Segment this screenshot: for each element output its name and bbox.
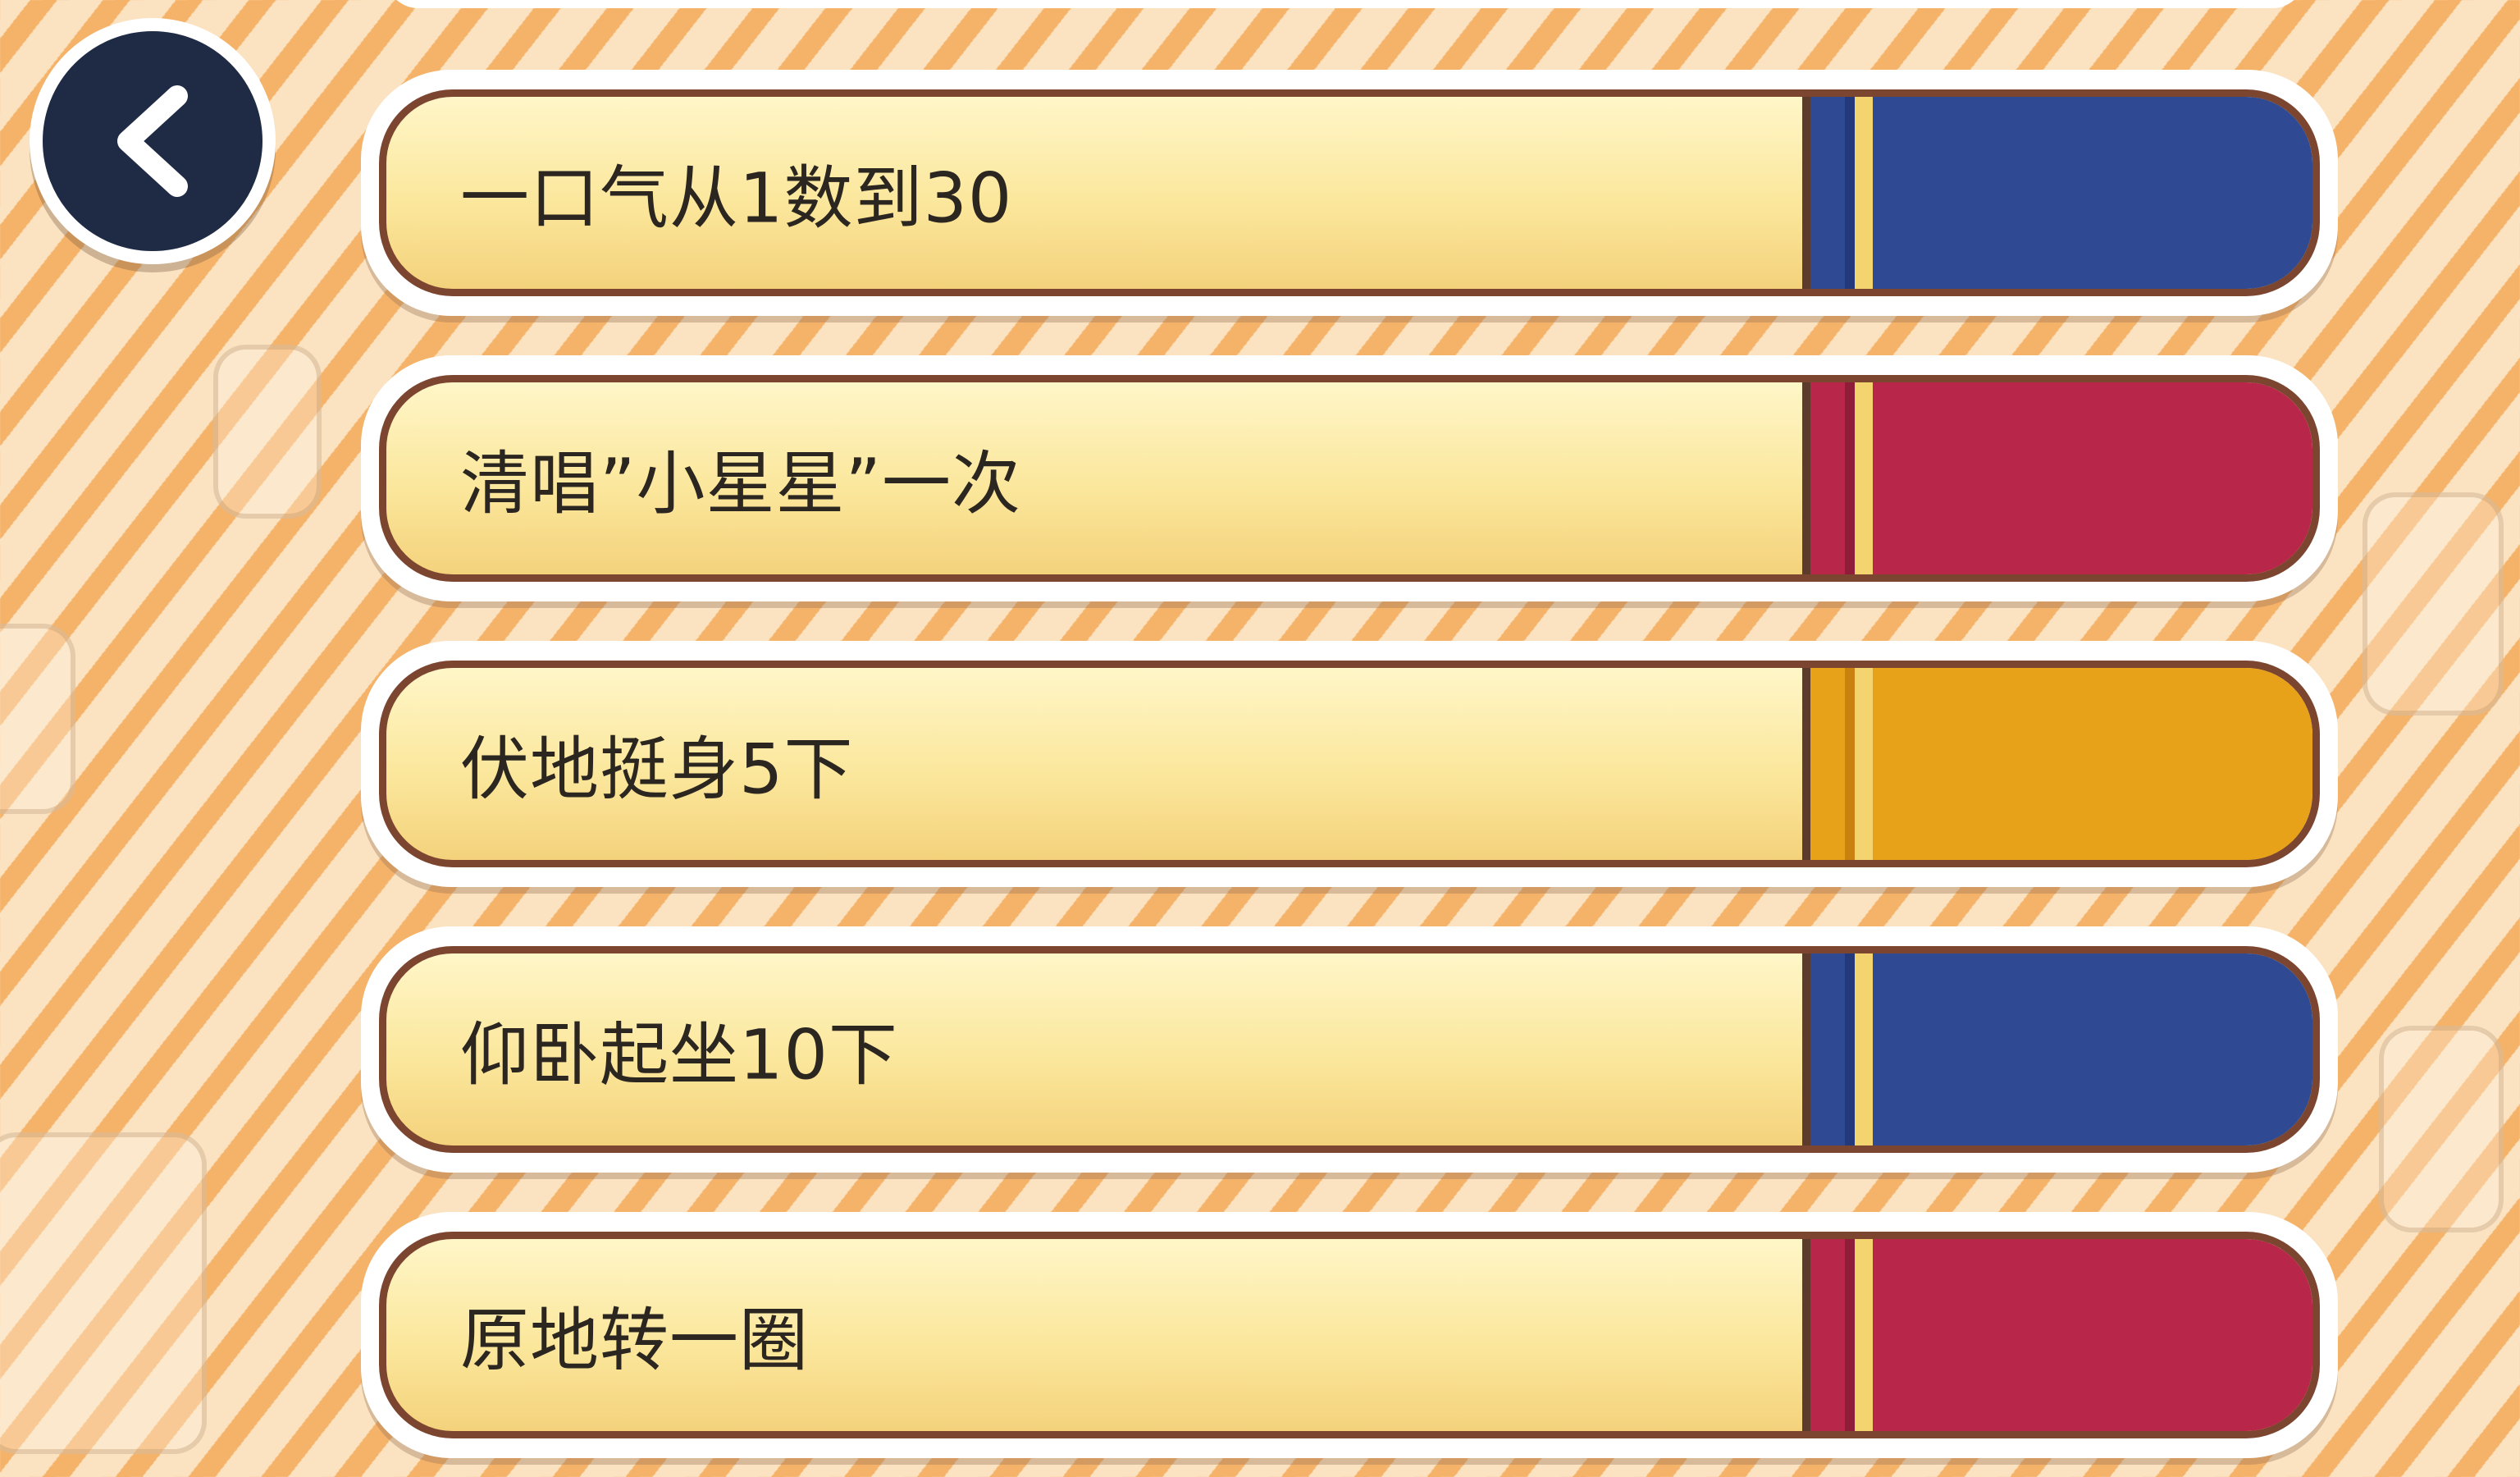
back-button[interactable] xyxy=(30,18,276,264)
task-color-band xyxy=(1802,953,2312,1145)
task-row[interactable]: 仰卧起坐10下 xyxy=(361,926,2338,1173)
task-row[interactable]: 一口气从1数到30 xyxy=(361,70,2338,316)
task-color-band xyxy=(1802,97,2312,289)
task-label: 一口气从1数到30 xyxy=(460,158,1013,239)
task-color-band xyxy=(1802,382,2312,574)
band-stripe xyxy=(1855,382,1873,574)
task-list: 一口气从1数到30 清唱”小星星”一次 伏地挺身5下 仰卧起坐10下 原地转一圈 xyxy=(361,70,2338,1477)
background-doodle xyxy=(213,345,322,519)
band-stripe-edge xyxy=(1845,1239,1855,1431)
task-card: 伏地挺身5下 xyxy=(379,661,2320,867)
task-label: 仰卧起坐10下 xyxy=(460,1014,898,1095)
background-doodle xyxy=(0,1132,207,1454)
band-stripe-edge xyxy=(1845,382,1855,574)
chevron-left-icon xyxy=(117,85,188,197)
background-doodle xyxy=(2379,1026,2504,1232)
band-stripe-edge xyxy=(1845,953,1855,1145)
band-stripe xyxy=(1855,1239,1873,1431)
background-doodle xyxy=(0,624,75,814)
task-card: 原地转一圈 xyxy=(379,1232,2320,1438)
band-stripe-edge xyxy=(1845,668,1855,860)
task-label: 清唱”小星星”一次 xyxy=(460,443,1022,524)
previous-task-row-edge xyxy=(386,0,2305,8)
task-label: 伏地挺身5下 xyxy=(460,729,854,810)
task-row[interactable]: 伏地挺身5下 xyxy=(361,641,2338,887)
task-row[interactable]: 原地转一圈 xyxy=(361,1212,2338,1458)
task-color-band xyxy=(1802,1239,2312,1431)
task-row[interactable]: 清唱”小星星”一次 xyxy=(361,355,2338,601)
band-stripe xyxy=(1855,953,1873,1145)
band-stripe xyxy=(1855,668,1873,860)
task-label: 原地转一圈 xyxy=(460,1300,810,1381)
task-card: 清唱”小星星”一次 xyxy=(379,375,2320,582)
background-doodle xyxy=(2362,492,2504,716)
task-color-band xyxy=(1802,668,2312,860)
band-stripe xyxy=(1855,97,1873,289)
task-card: 一口气从1数到30 xyxy=(379,89,2320,296)
task-card: 仰卧起坐10下 xyxy=(379,946,2320,1153)
band-stripe-edge xyxy=(1845,97,1855,289)
